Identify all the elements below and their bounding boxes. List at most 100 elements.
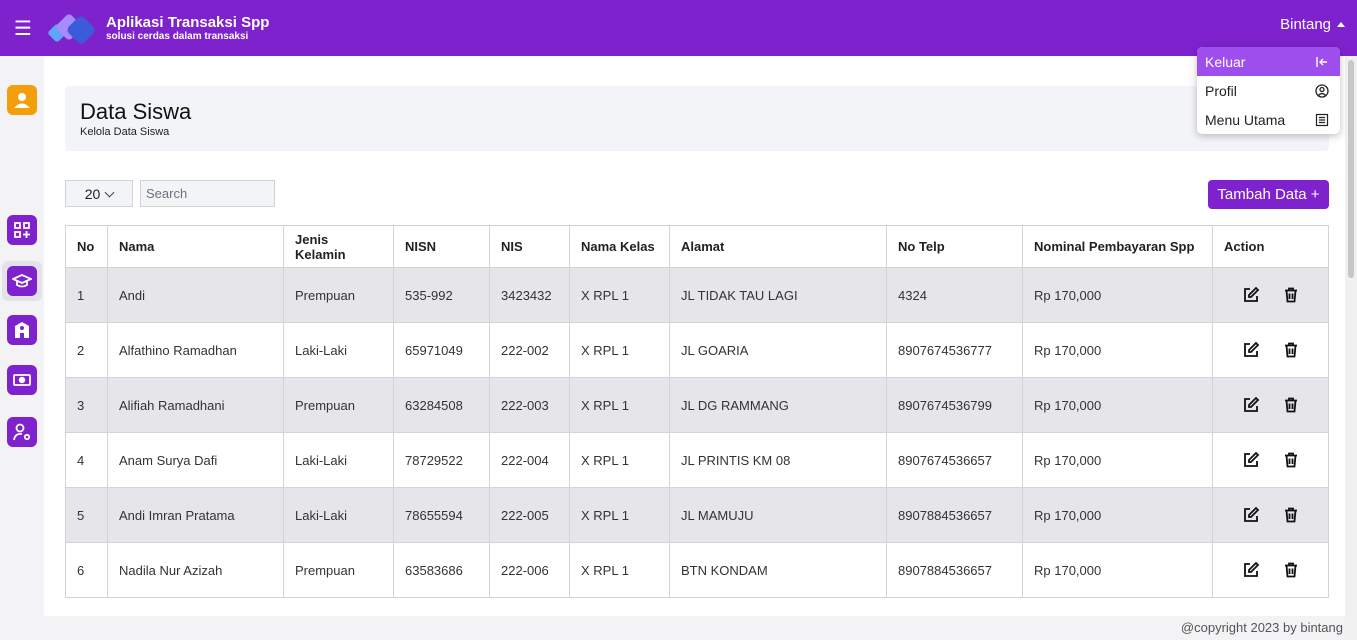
school-icon[interactable] bbox=[7, 315, 37, 345]
page-subtitle: Kelola Data Siswa bbox=[80, 126, 170, 138]
brand: Aplikasi Transaksi Spp solusi cerdas dal… bbox=[106, 14, 269, 43]
trash-icon[interactable] bbox=[1282, 506, 1300, 524]
cell-no-telp: 8907884536657 bbox=[886, 487, 1023, 543]
col-header-nis: NIS bbox=[489, 225, 570, 268]
cell-jenis-kelamin: Prempuan bbox=[283, 267, 394, 323]
trash-icon[interactable] bbox=[1282, 396, 1300, 414]
add-data-button[interactable]: Tambah Data + bbox=[1208, 180, 1329, 209]
trash-icon[interactable] bbox=[1282, 286, 1300, 304]
cell-alamat: JL GOARIA bbox=[669, 322, 887, 378]
menu-item-label: Keluar bbox=[1205, 53, 1246, 70]
table-row: 2 Alfathino Ramadhan Laki-Laki 65971049 222-… bbox=[65, 322, 1329, 378]
cell-no-telp: 4324 bbox=[886, 267, 1023, 323]
menu-item-keluar[interactable]: Keluar bbox=[1197, 47, 1340, 76]
table-row: 6 Nadila Nur Azizah Prempuan 63583686 222-00… bbox=[65, 542, 1329, 598]
cell-action bbox=[1212, 432, 1329, 488]
cell-action bbox=[1212, 542, 1329, 598]
cell-nama-kelas: X RPL 1 bbox=[569, 322, 670, 378]
cell-action bbox=[1212, 322, 1329, 378]
cell-nama: Andi Imran Pratama bbox=[107, 487, 284, 543]
table-row: 3 Alifiah Ramadhani Prempuan 63284508 222-00… bbox=[65, 377, 1329, 433]
cell-nama: Andi bbox=[107, 267, 284, 323]
col-header-alamat: Alamat bbox=[669, 225, 887, 268]
menu-item-label: Menu Utama bbox=[1205, 111, 1286, 128]
cell-jenis-kelamin: Laki-Laki bbox=[283, 432, 394, 488]
user-menu-toggle[interactable]: Bintang bbox=[1280, 16, 1345, 33]
cell-jenis-kelamin: Laki-Laki bbox=[283, 487, 394, 543]
user-circle-icon bbox=[1315, 83, 1329, 98]
edit-icon[interactable] bbox=[1242, 286, 1260, 304]
page-title: Data Siswa bbox=[80, 99, 192, 124]
cell-nisn: 65971049 bbox=[393, 322, 490, 378]
trash-icon[interactable] bbox=[1282, 341, 1300, 359]
table-row: 5 Andi Imran Pratama Laki-Laki 78655594 222-… bbox=[65, 487, 1329, 543]
cell-nis: 222-005 bbox=[489, 487, 570, 543]
cell-nisn: 535-992 bbox=[393, 267, 490, 323]
cell-nis: 222-004 bbox=[489, 432, 570, 488]
cell-nama-kelas: X RPL 1 bbox=[569, 542, 670, 598]
edit-icon[interactable] bbox=[1242, 561, 1260, 579]
main-content: Data Siswa Kelola Data Siswa 20 Tambah D… bbox=[44, 56, 1345, 616]
per-page-select[interactable]: 20 bbox=[65, 180, 133, 207]
cell-nisn: 63583686 bbox=[393, 542, 490, 598]
cell-nama-kelas: X RPL 1 bbox=[569, 432, 670, 488]
col-header-no-telp: No Telp bbox=[886, 225, 1023, 268]
col-header-action: Action bbox=[1212, 225, 1329, 268]
cell-action bbox=[1212, 377, 1329, 433]
edit-icon[interactable] bbox=[1242, 451, 1260, 469]
cell-nisn: 78729522 bbox=[393, 432, 490, 488]
footer: @copyright 2023 by bintang bbox=[44, 616, 1345, 640]
cell-no-telp: 8907674536657 bbox=[886, 432, 1023, 488]
col-header-jenis-kelamin: Jenis Kelamin bbox=[283, 225, 394, 268]
money-icon[interactable] bbox=[7, 365, 37, 395]
col-header-nama-kelas: Nama Kelas bbox=[569, 225, 670, 268]
cell-nis: 222-006 bbox=[489, 542, 570, 598]
hamburger-menu-icon[interactable]: ☰ bbox=[0, 0, 46, 56]
table-row: 1 Andi Prempuan 535-992 3423432 X RPL 1 JL TID… bbox=[65, 267, 1329, 323]
cell-no-telp: 8907674536777 bbox=[886, 322, 1023, 378]
app-title: Aplikasi Transaksi Spp bbox=[106, 13, 270, 31]
app-subtitle: solusi cerdas dalam transaksi bbox=[106, 30, 249, 42]
cell-no: 4 bbox=[65, 432, 108, 488]
sidebar bbox=[0, 56, 44, 640]
user-settings-icon[interactable] bbox=[7, 417, 37, 447]
cell-no: 1 bbox=[65, 267, 108, 323]
cell-alamat: JL MAMUJU bbox=[669, 487, 887, 543]
cell-no-telp: 8907884536657 bbox=[886, 542, 1023, 598]
cell-no: 6 bbox=[65, 542, 108, 598]
cell-no: 3 bbox=[65, 377, 108, 433]
cell-nominal: Rp 170,000 bbox=[1022, 377, 1213, 433]
caret-up-icon bbox=[1337, 22, 1345, 27]
cell-nama-kelas: X RPL 1 bbox=[569, 487, 670, 543]
copyright-text: @copyright 2023 by bintang bbox=[1180, 620, 1343, 635]
cell-alamat: JL DG RAMMANG bbox=[669, 377, 887, 433]
edit-icon[interactable] bbox=[1242, 396, 1260, 414]
per-page-value: 20 bbox=[84, 185, 101, 202]
cell-nominal: Rp 170,000 bbox=[1022, 542, 1213, 598]
cell-nisn: 78655594 bbox=[393, 487, 490, 543]
menu-item-profil[interactable]: Profil bbox=[1197, 76, 1340, 105]
logout-icon bbox=[1316, 56, 1327, 67]
edit-icon[interactable] bbox=[1242, 341, 1260, 359]
scrollbar-thumb[interactable] bbox=[1348, 60, 1354, 278]
list-icon bbox=[1315, 113, 1329, 126]
user-name: Bintang bbox=[1280, 16, 1331, 33]
col-header-nominal: Nominal Pembayaran Spp bbox=[1022, 225, 1213, 268]
dashboard-icon[interactable] bbox=[7, 215, 37, 245]
col-header-no: No bbox=[65, 225, 108, 268]
edit-icon[interactable] bbox=[1242, 506, 1260, 524]
cell-nama-kelas: X RPL 1 bbox=[569, 377, 670, 433]
search-input[interactable] bbox=[140, 180, 275, 207]
col-header-nama: Nama bbox=[107, 225, 284, 268]
cell-nama: Nadila Nur Azizah bbox=[107, 542, 284, 598]
cell-nis: 3423432 bbox=[489, 267, 570, 323]
cell-alamat: JL TIDAK TAU LAGI bbox=[669, 267, 887, 323]
trash-icon[interactable] bbox=[1282, 561, 1300, 579]
table-row: 4 Anam Surya Dafi Laki-Laki 78729522 222-004… bbox=[65, 432, 1329, 488]
vertical-scrollbar[interactable] bbox=[1345, 56, 1357, 640]
trash-icon[interactable] bbox=[1282, 451, 1300, 469]
graduation-icon[interactable] bbox=[7, 266, 37, 296]
cell-alamat: BTN KONDAM bbox=[669, 542, 887, 598]
menu-item-menu-utama[interactable]: Menu Utama bbox=[1197, 105, 1340, 134]
user-icon[interactable] bbox=[7, 85, 37, 115]
